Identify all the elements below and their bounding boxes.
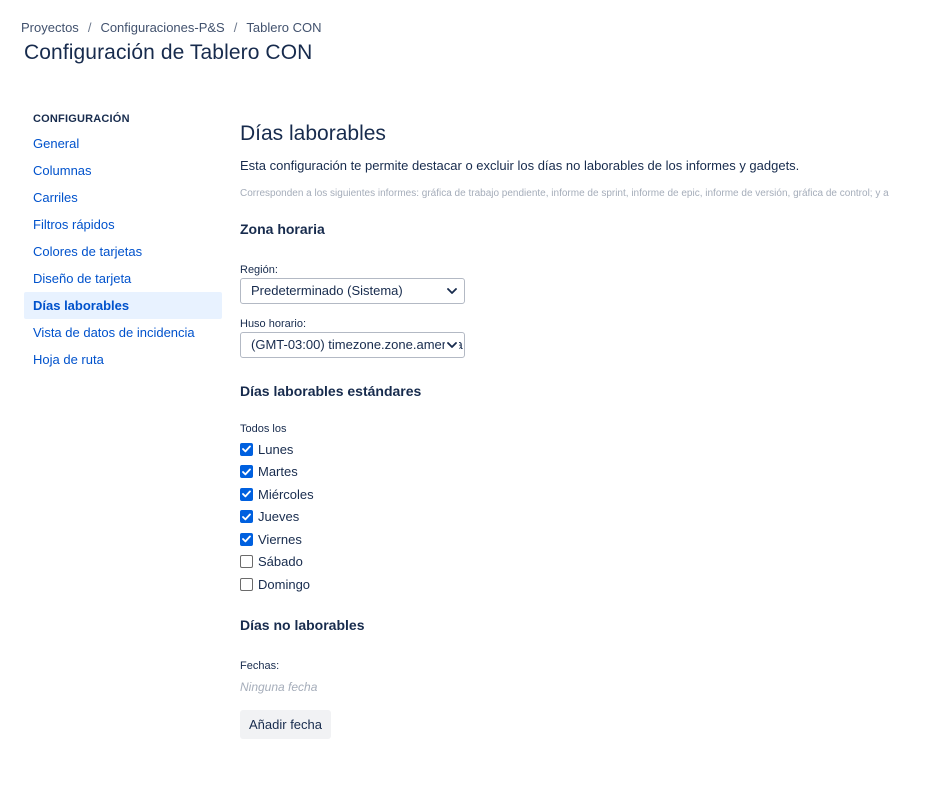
sidebar-item-card-layout[interactable]: Diseño de tarjeta	[24, 265, 222, 292]
reports-note: Corresponden a los siguientes informes: …	[240, 188, 889, 199]
checkbox-checked-icon[interactable]	[240, 465, 253, 478]
checkbox-checked-icon[interactable]	[240, 487, 253, 501]
chevron-down-icon	[445, 279, 459, 303]
breadcrumb-projects[interactable]: Proyectos	[21, 20, 79, 35]
timezone-label: Huso horario:	[240, 318, 307, 330]
region-select[interactable]: Predeterminado (Sistema)	[240, 278, 465, 304]
sidebar-item-columns[interactable]: Columnas	[24, 157, 222, 184]
day-label: Sábado	[258, 554, 303, 569]
section-title: Días laborables	[240, 122, 386, 145]
checkbox-checked-icon[interactable]	[240, 532, 253, 546]
region-label: Región:	[240, 264, 278, 276]
day-label: Lunes	[258, 441, 294, 457]
day-checkbox-row[interactable]: Domingo	[240, 575, 310, 593]
breadcrumb-separator: /	[87, 20, 92, 35]
timezone-select[interactable]: (GMT-03:00) timezone.zone.america	[240, 332, 465, 358]
breadcrumb-board[interactable]: Tablero CON	[246, 20, 321, 35]
day-checkbox-row[interactable]: Jueves	[240, 508, 299, 526]
day-checkbox-row[interactable]: Lunes	[240, 440, 293, 458]
sidebar-heading: CONFIGURACIÓN	[33, 113, 130, 125]
sidebar-item-issue-detail-view[interactable]: Vista de datos de incidencia	[24, 319, 222, 346]
checkbox-checked-icon[interactable]	[240, 442, 253, 456]
day-label: Domingo	[258, 576, 311, 592]
day-checkbox-row[interactable]: Viernes	[240, 530, 302, 548]
sidebar-item-quick-filters[interactable]: Filtros rápidos	[24, 211, 222, 238]
checkbox-checked-icon[interactable]	[240, 510, 253, 523]
timezone-select-value: (GMT-03:00) timezone.zone.america	[251, 337, 463, 352]
standard-days-heading: Días laborables estándares	[240, 383, 422, 399]
day-checkbox-row[interactable]: Sábado	[240, 553, 303, 571]
sidebar-item-card-colors[interactable]: Colores de tarjetas	[24, 238, 222, 265]
all-days-label: Todos los	[240, 423, 287, 435]
chevron-down-icon	[445, 333, 459, 357]
no-dates-text: Ninguna fecha	[240, 680, 318, 694]
day-checkbox-row[interactable]: Martes	[240, 463, 298, 481]
day-label: Martes	[258, 464, 298, 479]
sidebar-item-general[interactable]: General	[24, 130, 222, 157]
checkbox-unchecked-icon[interactable]	[240, 555, 253, 568]
timezone-heading: Zona horaria	[240, 221, 325, 237]
breadcrumb: Proyectos / Configuraciones-P&S / Tabler…	[21, 20, 322, 35]
add-date-button[interactable]: Añadir fecha	[240, 710, 331, 739]
day-label: Viernes	[258, 531, 302, 547]
breadcrumb-configurations[interactable]: Configuraciones-P&S	[100, 20, 224, 35]
non-working-heading: Días no laborables	[240, 617, 365, 633]
day-label: Jueves	[258, 509, 300, 524]
sidebar-item-working-days[interactable]: Días laborables	[24, 292, 222, 319]
dates-label: Fechas:	[240, 660, 280, 672]
breadcrumb-separator: /	[233, 20, 238, 35]
region-select-value: Predeterminado (Sistema)	[251, 283, 403, 298]
day-label: Miércoles	[258, 486, 314, 502]
page-title: Configuración de Tablero CON	[24, 41, 313, 64]
sidebar: CONFIGURACIÓN General Columnas Carriles …	[24, 108, 222, 373]
day-checkbox-row[interactable]: Miércoles	[240, 485, 314, 503]
sidebar-item-roadmap[interactable]: Hoja de ruta	[24, 346, 222, 373]
sidebar-item-swimlanes[interactable]: Carriles	[24, 184, 222, 211]
checkbox-unchecked-icon[interactable]	[240, 577, 253, 591]
section-description: Esta configuración te permite destacar o…	[240, 158, 800, 173]
